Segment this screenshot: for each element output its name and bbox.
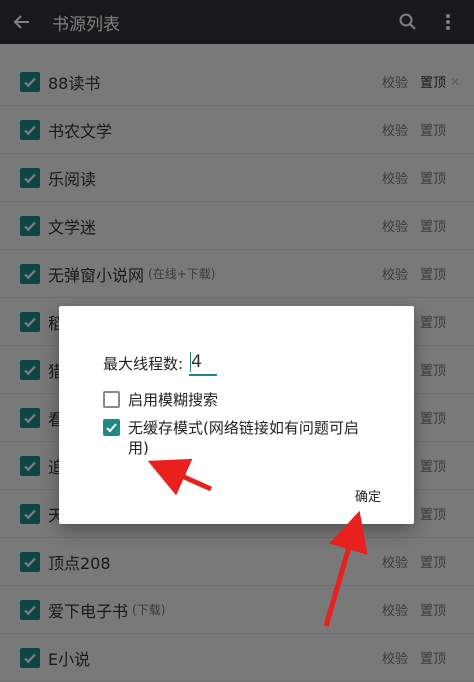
thread-count-field: 最大线程数: 4 — [103, 350, 218, 376]
no-cache-checkbox[interactable] — [103, 419, 120, 436]
thread-count-value: 4 — [191, 352, 202, 372]
check-icon — [106, 423, 117, 433]
confirm-button[interactable]: 确定 — [355, 486, 381, 505]
settings-dialog: 最大线程数: 4 启用模糊搜索 无缓存模式(网络链接如有问题可启用) 确定 — [59, 306, 414, 524]
no-cache-option[interactable]: 无缓存模式(网络链接如有问题可启用) — [103, 418, 372, 458]
no-cache-label: 无缓存模式(网络链接如有问题可启用) — [128, 419, 359, 457]
thread-count-input[interactable]: 4 — [189, 350, 218, 376]
fuzzy-search-label: 启用模糊搜索 — [128, 391, 219, 409]
thread-count-label: 最大线程数: — [103, 354, 184, 373]
text-caret — [190, 352, 192, 372]
fuzzy-search-checkbox[interactable] — [103, 391, 120, 408]
fuzzy-search-option[interactable]: 启用模糊搜索 — [103, 390, 372, 410]
